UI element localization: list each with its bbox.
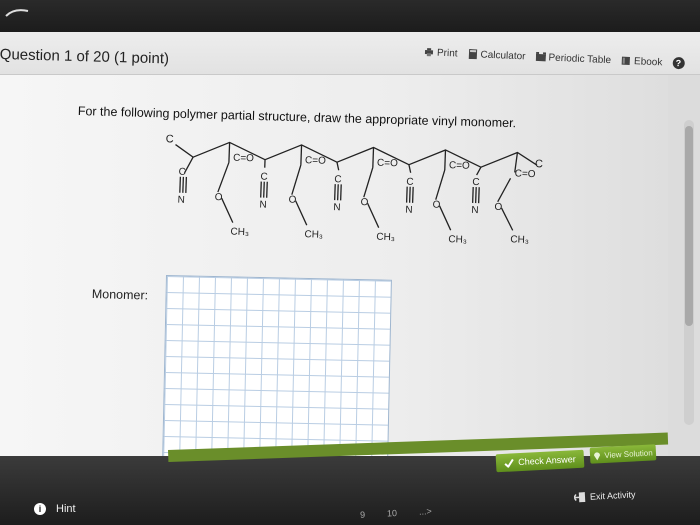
methyl-label: CH₃ <box>448 234 467 246</box>
methyl-label: CH₃ <box>230 227 249 239</box>
vertical-scrollbar[interactable] <box>684 120 694 425</box>
ester-oxygen-label: O <box>214 192 222 203</box>
monomer-label: Monomer: <box>91 287 149 303</box>
ester-oxygen-label: O <box>494 202 502 213</box>
print-label: Print <box>436 47 458 59</box>
exit-icon <box>573 492 586 503</box>
info-icon: i <box>34 503 46 515</box>
ester-oxygen-label: O <box>432 200 440 211</box>
pager-item[interactable]: 10 <box>387 508 398 519</box>
book-icon <box>621 56 631 65</box>
hint-label: Hint <box>56 503 76 515</box>
ester-oxygen-label: O <box>360 197 368 208</box>
printer-icon <box>424 48 434 57</box>
carbonyl-label: C=O <box>449 160 470 172</box>
chain-end-right-label: C <box>535 158 543 170</box>
check-answer-label: Check Answer <box>518 454 576 468</box>
periodic-table-icon <box>535 51 546 62</box>
methyl-label: CH₃ <box>376 232 395 244</box>
scrollbar-thumb[interactable] <box>685 126 693 326</box>
periodic-table-label: Periodic Table <box>548 51 612 66</box>
help-icon[interactable]: ? <box>672 56 685 70</box>
calculator-icon <box>468 48 477 60</box>
nitrile-nitrogen-label: N <box>177 195 185 206</box>
nitrile-carbon-label: C <box>406 177 414 188</box>
chain-end-left-label: C <box>165 133 173 145</box>
nitrile-carbon-label: C <box>260 172 268 183</box>
pager-next[interactable]: ...> <box>419 506 432 517</box>
carbonyl-label: C=O <box>305 155 326 167</box>
carbonyl-label: C=O <box>377 158 398 170</box>
nitrile-carbon-label: C <box>334 174 342 185</box>
periodic-table-button[interactable]: Periodic Table <box>535 51 612 66</box>
hint-button[interactable]: i Hint <box>34 503 76 515</box>
nitrile-carbon-label: C <box>472 177 480 188</box>
logo-mark-icon <box>5 9 29 17</box>
methyl-label: CH₃ <box>304 229 323 241</box>
pager-item[interactable]: 9 <box>360 510 366 520</box>
nitrile-nitrogen-label: N <box>259 200 267 211</box>
methyl-label: CH₃ <box>510 234 529 246</box>
nitrile-nitrogen-label: N <box>471 205 479 216</box>
calculator-button[interactable]: Calculator <box>467 48 526 62</box>
carbonyl-label: C=O <box>233 153 254 165</box>
ebook-button[interactable]: Ebook <box>621 55 663 68</box>
calculator-label: Calculator <box>480 48 526 62</box>
top-bar <box>0 0 700 32</box>
nitrile-nitrogen-label: N <box>405 205 413 216</box>
nitrile-carbon-label: C <box>178 167 186 178</box>
checkmark-icon <box>504 458 514 468</box>
ebook-label: Ebook <box>633 55 663 68</box>
carbonyl-label: C=O <box>514 168 535 180</box>
polymer-structure: C C C N C N C N C N C N C=O C=O C=O C=O … <box>165 133 543 246</box>
nitrile-nitrogen-label: N <box>333 202 341 213</box>
print-button[interactable]: Print <box>424 47 458 59</box>
ester-oxygen-label: O <box>288 195 296 206</box>
location-pin-icon <box>594 451 601 460</box>
view-solution-label: View Solution <box>604 447 653 460</box>
drawing-canvas[interactable] <box>161 275 392 472</box>
